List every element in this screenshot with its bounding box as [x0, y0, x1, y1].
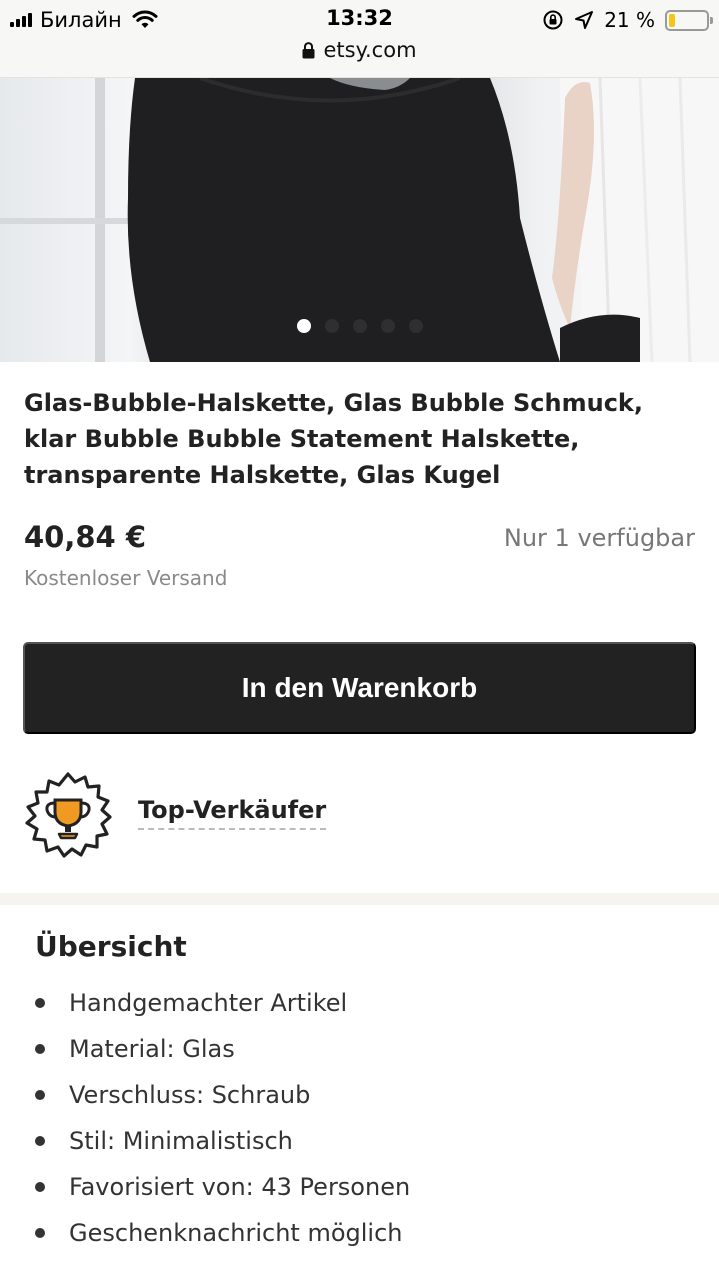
overview-item-text: Favorisiert von: 43 Personen [69, 1173, 411, 1201]
shipping-text: Kostenloser Versand [24, 566, 228, 590]
url-text: etsy.com [323, 38, 417, 62]
battery-level-fill [669, 13, 676, 27]
product-price: 40,84 € [24, 520, 147, 554]
gallery-dot[interactable] [296, 319, 311, 333]
overview-item-text: Stil: Minimalistisch [69, 1127, 293, 1155]
gallery-dot[interactable] [380, 319, 395, 333]
bullet-icon [35, 1182, 45, 1192]
overview-item-text: Geschenknachricht möglich [69, 1219, 403, 1247]
rotation-lock-icon [543, 10, 563, 30]
gallery-dot[interactable] [352, 319, 367, 333]
overview-list: Handgemachter Artikel Material: Glas Ver… [35, 980, 410, 1256]
location-icon [575, 11, 594, 29]
status-bar: Билайн 13:32 21 % etsy.com [0, 0, 719, 78]
overview-item: Favorisiert von: 43 Personen [35, 1164, 410, 1210]
overview-heading: Übersicht [35, 930, 187, 963]
overview-item-text: Material: Glas [69, 1035, 235, 1063]
overview-item-text: Handgemachter Artikel [69, 989, 348, 1017]
overview-item: Handgemachter Artikel [35, 980, 410, 1026]
gallery-dot[interactable] [408, 319, 423, 333]
overview-item-text: Verschluss: Schraub [69, 1081, 311, 1109]
overview-item: Stil: Minimalistisch [35, 1118, 410, 1164]
trophy-icon [25, 772, 112, 858]
product-title: Glas-Bubble-Halskette, Glas Bubble Schmu… [24, 389, 644, 489]
lock-icon [302, 41, 315, 58]
overview-item: Geschenknachricht möglich [35, 1210, 410, 1256]
status-right: 21 % [542, 6, 713, 34]
address-bar[interactable]: etsy.com [0, 38, 719, 62]
top-seller-link[interactable]: Top-Verkäufer [138, 796, 327, 830]
add-to-cart-button[interactable]: In den Warenkorb [23, 642, 696, 734]
battery-percent: 21 % [604, 8, 655, 32]
overview-item: Verschluss: Schraub [35, 1072, 410, 1118]
bullet-icon [35, 1136, 45, 1146]
bullet-icon [35, 1228, 45, 1238]
product-image[interactable] [0, 78, 719, 362]
bullet-icon [35, 998, 45, 1008]
bullet-icon [35, 1044, 45, 1054]
battery-icon [665, 9, 713, 31]
gallery-dot[interactable] [324, 319, 339, 333]
overview-item: Material: Glas [35, 1026, 410, 1072]
section-divider [0, 893, 719, 905]
availability-text: Nur 1 verfügbar [503, 524, 695, 552]
gallery-pagination[interactable] [0, 319, 719, 333]
bullet-icon [35, 1090, 45, 1100]
